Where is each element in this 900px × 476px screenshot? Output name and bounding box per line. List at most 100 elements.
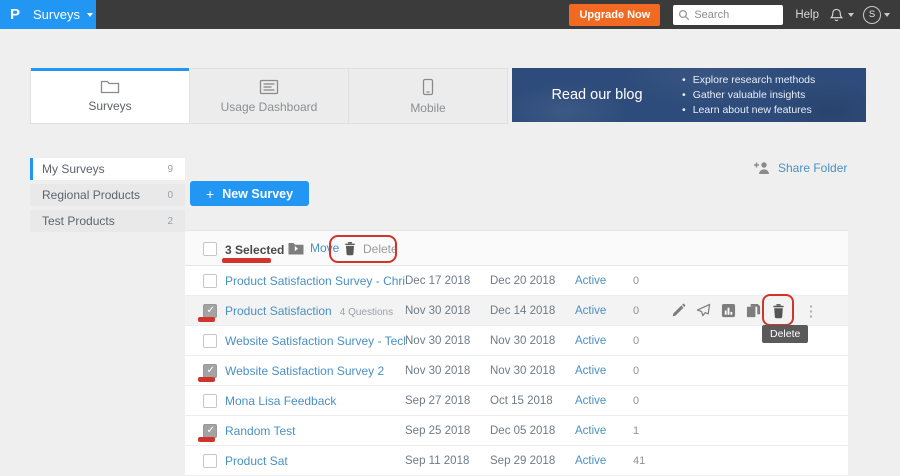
brand-logo: P [10, 7, 20, 22]
edit-button[interactable] [667, 300, 689, 322]
tab-usage-dashboard[interactable]: Usage Dashboard [190, 68, 349, 124]
survey-response-count: 0 [633, 275, 663, 287]
survey-name-cell: Product Sat [225, 454, 405, 468]
survey-name-link[interactable]: Product Satisfaction Survey - Christmas … [225, 274, 405, 288]
survey-status-link[interactable]: Active [575, 365, 633, 377]
share-person-icon [754, 161, 771, 175]
row-checkbox[interactable] [203, 274, 217, 288]
survey-start-date: Sep 25 2018 [405, 425, 490, 437]
brand-block[interactable]: P Surveys [0, 0, 96, 29]
survey-response-count: 0 [633, 395, 663, 407]
survey-table-body: Product Satisfaction Survey - Christmas … [185, 266, 848, 476]
survey-end-date: Dec 20 2018 [490, 275, 575, 287]
tab-label: Surveys [88, 99, 131, 113]
survey-status-link[interactable]: Active [575, 455, 633, 467]
folder-count: 0 [167, 190, 173, 201]
survey-start-date: Sep 27 2018 [405, 395, 490, 407]
send-button[interactable] [692, 300, 714, 322]
new-survey-button[interactable]: + New Survey [190, 181, 309, 206]
folder-label: My Surveys [42, 162, 105, 176]
row-checkbox[interactable] [203, 334, 217, 348]
table-row: Product Satisfaction 4 Questions Nov 30 … [185, 296, 848, 326]
notifications-button[interactable] [829, 7, 854, 23]
row-checkbox[interactable] [203, 424, 217, 438]
survey-start-date: Nov 30 2018 [405, 365, 490, 377]
trash-icon [771, 303, 786, 319]
row-checkbox[interactable] [203, 394, 217, 408]
table-row: Mona Lisa Feedback Sep 27 2018 Oct 15 20… [185, 386, 848, 416]
tab-mobile[interactable]: Mobile [349, 68, 508, 124]
row-checkbox[interactable] [203, 364, 217, 378]
survey-table: 3 Selected Move Delete Product Satisfact… [185, 230, 848, 476]
survey-status-link[interactable]: Active [575, 425, 633, 437]
account-menu-button[interactable]: S [863, 6, 890, 24]
folder-count: 9 [167, 164, 173, 175]
survey-start-date: Nov 30 2018 [405, 335, 490, 347]
survey-name-cell: Product Satisfaction Survey - Christmas … [225, 274, 405, 288]
survey-response-count: 0 [633, 335, 663, 347]
folder-label: Regional Products [42, 188, 140, 202]
survey-name-link[interactable]: Website Satisfaction Survey 2 [225, 364, 384, 378]
results-button[interactable] [717, 300, 739, 322]
survey-status-link[interactable]: Active [575, 335, 633, 347]
search-box[interactable] [673, 5, 783, 25]
paper-plane-icon [696, 303, 711, 318]
more-options-button[interactable]: ⋮ [800, 300, 822, 322]
banner-bullet-list: Explore research methods Gather valuable… [682, 73, 815, 118]
folder-icon [100, 78, 120, 94]
survey-name-cell: Product Satisfaction 4 Questions [225, 304, 405, 318]
survey-status-link[interactable]: Active [575, 275, 633, 287]
copy-icon [746, 303, 761, 318]
banner-title: Read our blog [512, 87, 682, 103]
annotation-checkbox-underline [198, 317, 215, 322]
survey-name-link[interactable]: Random Test [225, 424, 295, 438]
survey-name-cell: Mona Lisa Feedback [225, 394, 405, 408]
table-row: Product Satisfaction Survey - Christmas … [185, 266, 848, 296]
help-link[interactable]: Help [795, 9, 819, 21]
survey-question-count: 4 Questions [340, 307, 393, 318]
survey-start-date: Nov 30 2018 [405, 305, 490, 317]
banner-bullet: Explore research methods [682, 73, 815, 88]
row-checkbox[interactable] [203, 304, 217, 318]
main-tabs: Surveys Usage Dashboard Mobile [30, 68, 508, 124]
survey-name-link[interactable]: Product Satisfaction [225, 304, 332, 318]
blog-promo-banner[interactable]: Read our blog Explore research methods G… [512, 68, 866, 122]
survey-response-count: 41 [633, 455, 663, 467]
tab-label: Usage Dashboard [221, 100, 318, 114]
survey-status-link[interactable]: Active [575, 395, 633, 407]
survey-end-date: Sep 29 2018 [490, 455, 575, 467]
sidebar-item-regional-products[interactable]: Regional Products 0 [30, 184, 185, 206]
survey-end-date: Nov 30 2018 [490, 335, 575, 347]
chevron-down-icon [884, 13, 890, 17]
topbar-right: Upgrade Now Help S [569, 4, 900, 26]
table-row: Product Sat Sep 11 2018 Sep 29 2018 Acti… [185, 446, 848, 476]
duplicate-button[interactable] [742, 300, 764, 322]
mobile-icon [422, 78, 434, 96]
product-switcher-label[interactable]: Surveys [33, 7, 80, 22]
survey-name-cell: Random Test [225, 424, 405, 438]
plus-icon: + [206, 186, 214, 202]
select-all-checkbox[interactable] [203, 242, 217, 256]
share-folder-button[interactable]: Share Folder [754, 161, 847, 175]
survey-end-date: Dec 05 2018 [490, 425, 575, 437]
survey-name-cell: Website Satisfaction Survey - Tech [225, 334, 405, 348]
chevron-down-icon [87, 13, 93, 17]
sidebar-item-test-products[interactable]: Test Products 2 [30, 210, 185, 232]
search-input[interactable] [694, 9, 778, 21]
table-row: Website Satisfaction Survey - Tech Nov 3… [185, 326, 848, 356]
annotation-selected-underline [222, 258, 271, 263]
upgrade-now-button[interactable]: Upgrade Now [569, 4, 660, 26]
folder-count: 2 [167, 216, 173, 227]
bar-chart-icon [721, 303, 736, 318]
survey-name-link[interactable]: Website Satisfaction Survey - Tech [225, 334, 405, 348]
delete-row-button[interactable] [767, 300, 789, 322]
survey-name-link[interactable]: Product Sat [225, 454, 288, 468]
survey-start-date: Sep 11 2018 [405, 455, 490, 467]
survey-name-link[interactable]: Mona Lisa Feedback [225, 394, 336, 408]
sidebar-item-my-surveys[interactable]: My Surveys 9 [30, 158, 185, 180]
survey-status-link[interactable]: Active [575, 305, 633, 317]
annotation-delete-button-box [329, 235, 397, 263]
survey-start-date: Dec 17 2018 [405, 275, 490, 287]
row-checkbox[interactable] [203, 454, 217, 468]
tab-surveys[interactable]: Surveys [30, 68, 190, 124]
